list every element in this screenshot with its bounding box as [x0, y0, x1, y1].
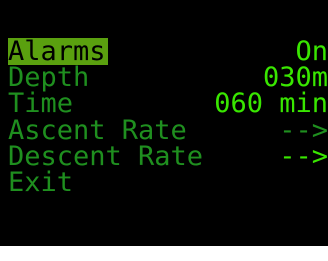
menu-item-value: --> [279, 141, 328, 172]
menu-item-label: Depth [8, 62, 90, 93]
menu-item-exit[interactable]: Exit [0, 169, 328, 196]
menu-item-value: On [295, 36, 328, 67]
menu-item-ascent-rate[interactable]: Ascent Rate --> [0, 117, 328, 144]
menu-item-value: 060 min [214, 88, 328, 119]
menu-item-label: Ascent Rate [8, 115, 187, 146]
menu-item-time[interactable]: Time 060 min [0, 90, 328, 117]
menu-item-depth[interactable]: Depth 030m [0, 64, 328, 91]
menu-item-value: 030m [262, 62, 328, 93]
dive-computer-screen: Alarms On Depth 030m Time 060 min Ascent… [0, 0, 328, 246]
menu-item-label: Exit [8, 167, 74, 198]
menu-item-label: Alarms [8, 36, 108, 67]
menu-item-alarms[interactable]: Alarms On [0, 38, 328, 65]
menu-item-label: Descent Rate [8, 141, 204, 172]
menu-item-value: --> [279, 115, 328, 146]
menu-item-label: Time [8, 88, 74, 119]
menu-item-descent-rate[interactable]: Descent Rate --> [0, 143, 328, 170]
